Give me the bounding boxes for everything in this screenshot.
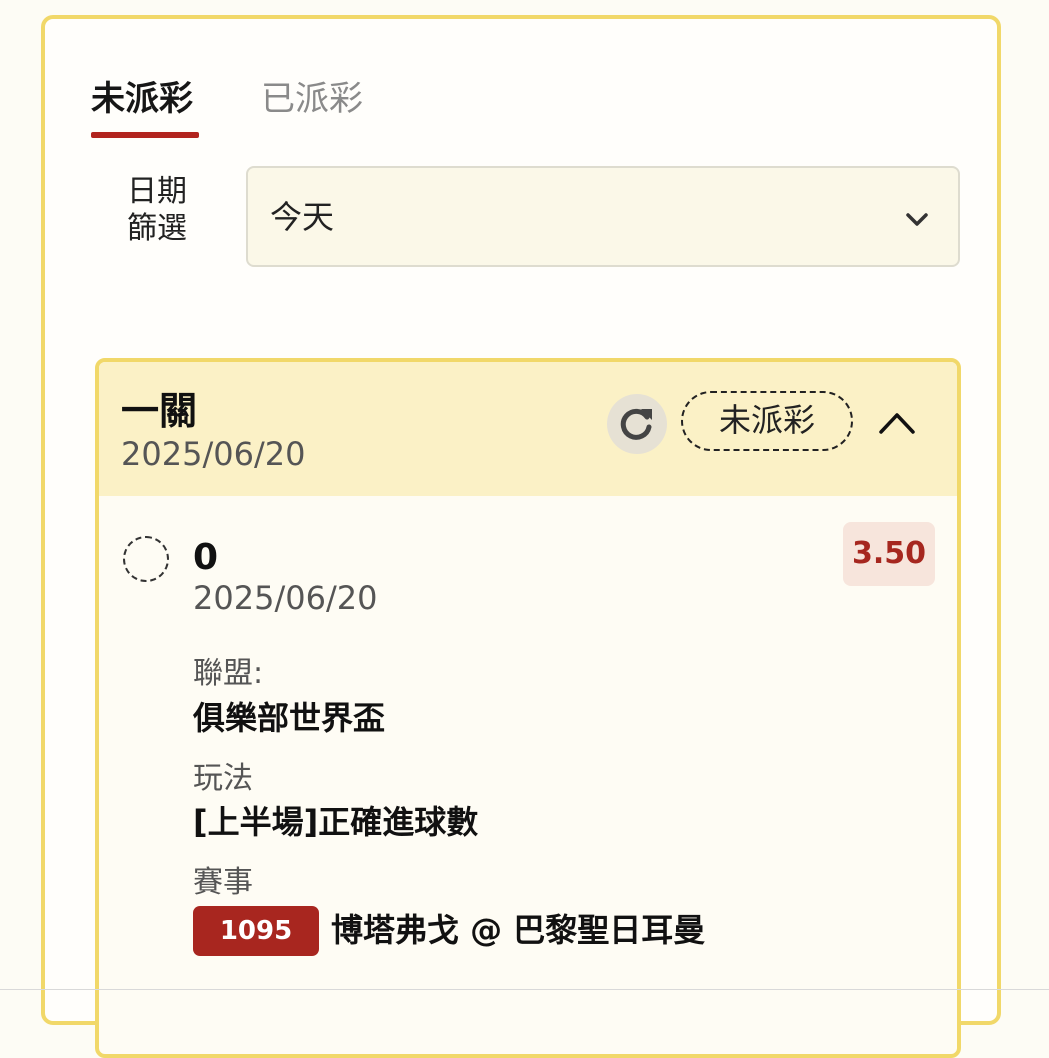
bet-card: 一關 2025/06/20 未派彩 0 2025/06/20 3.50 聯盟: … — [95, 358, 961, 1058]
bottom-divider — [0, 989, 1049, 990]
tab-unsettled[interactable]: 未派彩 — [91, 77, 193, 121]
selection-date: 2025/06/20 — [193, 579, 378, 617]
status-badge: 未派彩 — [681, 391, 853, 451]
bet-type: 一關 — [121, 389, 198, 433]
bet-date: 2025/06/20 — [121, 435, 306, 473]
date-filter-label-line1: 日期 — [127, 174, 187, 209]
match-name: 博塔弗戈 @ 巴黎聖日耳曼 — [331, 911, 706, 949]
league-label: 聯盟: — [193, 656, 264, 691]
event-label: 賽事 — [193, 865, 253, 900]
active-tab-indicator — [91, 132, 199, 138]
refresh-icon — [620, 408, 652, 440]
chevron-down-icon — [906, 213, 928, 226]
tab-settled[interactable]: 已派彩 — [261, 77, 363, 121]
date-filter-select[interactable]: 今天 — [246, 166, 960, 267]
bet-card-header: 一關 2025/06/20 未派彩 — [99, 362, 957, 496]
match-id-badge: 1095 — [193, 906, 319, 956]
selection-radio[interactable] — [123, 536, 169, 582]
league-value: 俱樂部世界盃 — [193, 699, 386, 737]
odds-badge: 3.50 — [843, 522, 935, 586]
date-filter-label: 日期 篩選 — [117, 173, 197, 247]
market-label: 玩法 — [193, 761, 253, 796]
bet-history-panel: 未派彩 已派彩 日期 篩選 今天 一關 2025/06/20 未派彩 0 202… — [41, 15, 1001, 1058]
selection-name: 0 — [193, 537, 219, 578]
date-filter-value: 今天 — [270, 198, 335, 236]
refresh-button[interactable] — [607, 394, 667, 454]
date-filter-label-line2: 篩選 — [127, 211, 187, 246]
market-value: [上半場]正確進球數 — [193, 803, 479, 841]
chevron-up-icon[interactable] — [875, 402, 919, 446]
